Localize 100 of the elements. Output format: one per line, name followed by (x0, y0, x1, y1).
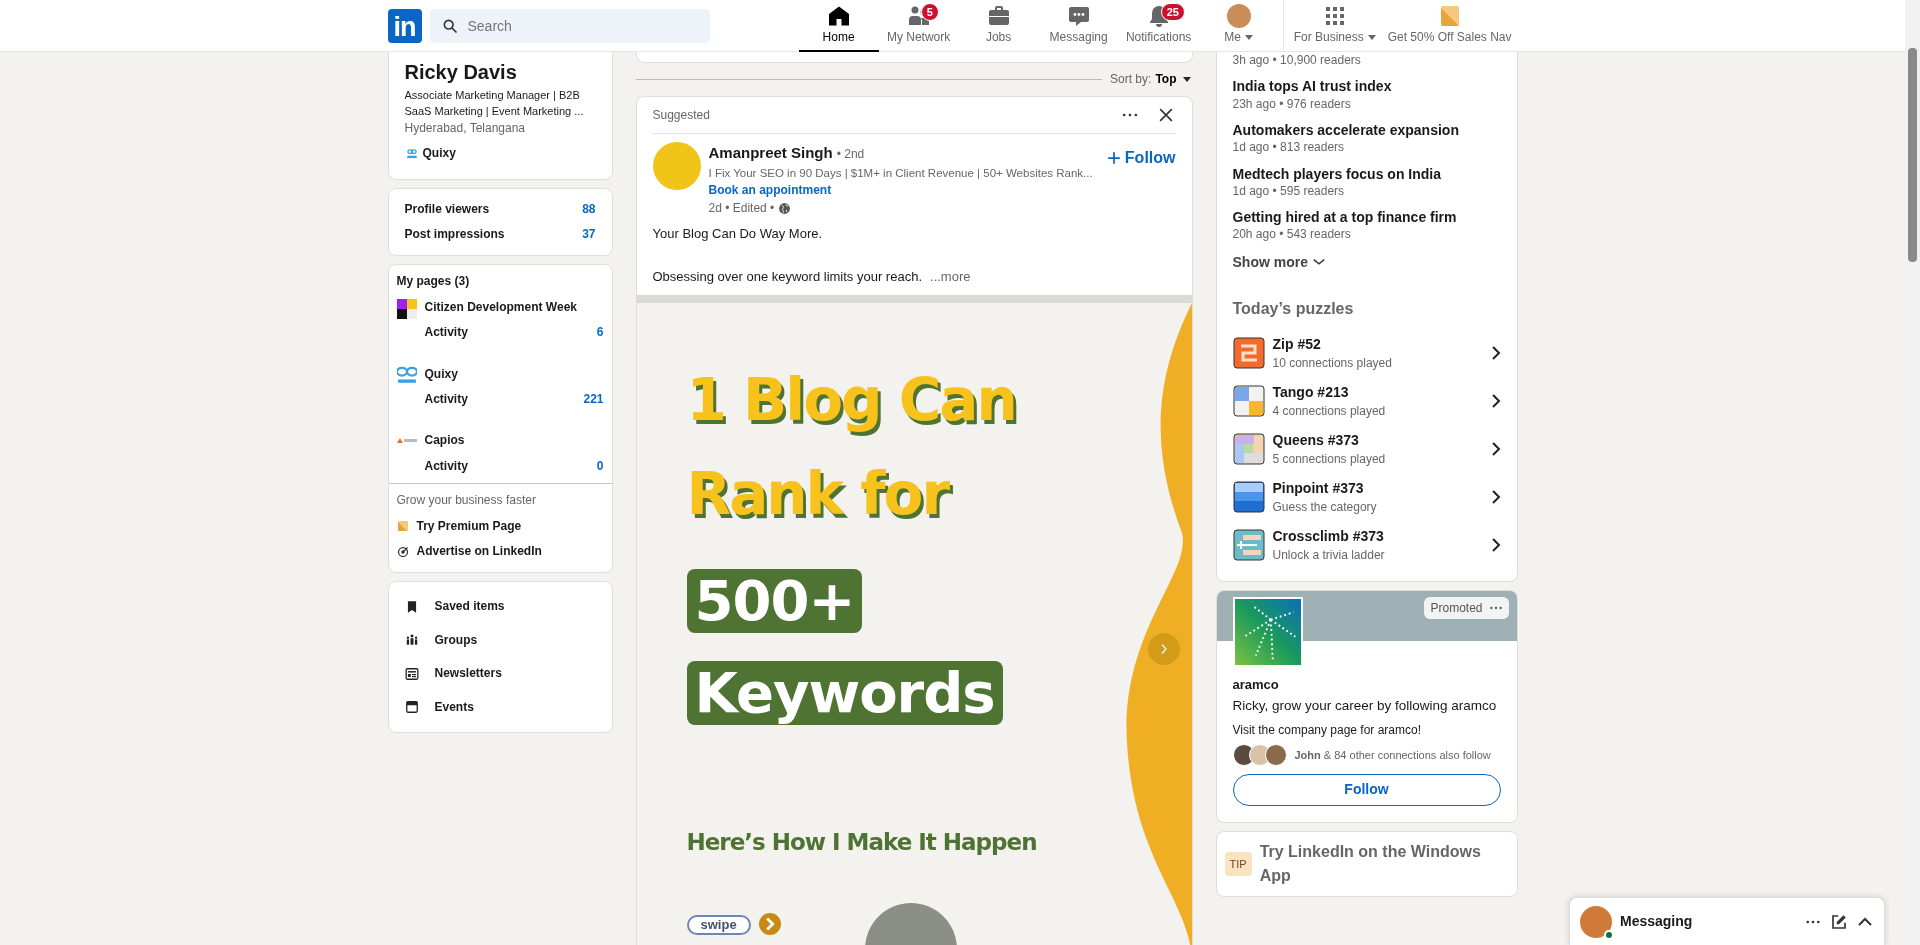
news-headline[interactable]: Automakers accelerate expansion (1232, 120, 1501, 140)
queens-puzzle-icon (1232, 432, 1265, 465)
plus-icon (1106, 151, 1121, 166)
logo[interactable]: in (387, 9, 422, 43)
zip-puzzle-icon (1232, 336, 1265, 369)
search-icon (441, 18, 458, 34)
avatar[interactable] (1580, 905, 1612, 938)
briefcase-icon (986, 4, 1011, 28)
puzzle-row[interactable]: Tango #213 4 connections played (1232, 376, 1501, 425)
pinpoint-puzzle-icon (1232, 480, 1265, 513)
page-logo-icon (396, 298, 417, 319)
show-more-button[interactable]: Show more (1232, 251, 1326, 273)
chevron-right-icon (1490, 345, 1501, 360)
news-headline[interactable]: Medtech players focus on India (1232, 164, 1501, 183)
messaging-title: Messaging (1620, 912, 1694, 931)
tip-text[interactable]: Try LinkedIn on the Windows App (1259, 839, 1509, 888)
notification-badge: 25 (1160, 3, 1185, 21)
messaging-bar[interactable]: Messaging (1569, 897, 1885, 945)
slide-headline: Rank for (686, 458, 950, 530)
shortcut-link[interactable]: Groups (434, 631, 478, 650)
nav-item[interactable]: My Network 5 (878, 0, 959, 52)
nav-item[interactable]: Jobs (958, 0, 1039, 52)
activity-label[interactable]: Activity (424, 324, 468, 342)
author-headline: I Fix Your SEO in 90 Days | $1M+ in Client Revenue | 50+ Websites Rank... (708, 165, 1094, 181)
puzzle-subtitle: Unlock a trivia ladder (1272, 546, 1386, 564)
see-more-link[interactable]: ...more (930, 267, 971, 287)
nav-item[interactable]: Notifications 25 (1118, 0, 1199, 52)
page-logo-icon (396, 438, 417, 444)
follow-button[interactable]: Follow (1106, 146, 1176, 171)
news-meta: 20h ago • 543 readers (1232, 226, 1352, 244)
nav-item[interactable]: Get 50% Off Sales Nav (1381, 0, 1518, 52)
news-meta: 3h ago • 10,900 readers (1232, 52, 1362, 69)
chevron-right-icon (1490, 489, 1501, 504)
section-title: Today’s puzzles (1232, 298, 1355, 319)
author-name[interactable]: Amanpreet Singh (708, 142, 833, 165)
puzzle-subtitle: Guess the category (1272, 498, 1378, 516)
arrow-circle-icon (758, 913, 781, 936)
promoted-label: Promoted (1430, 599, 1483, 617)
shortcut-link[interactable]: Newsletters (434, 665, 502, 683)
activity-count[interactable]: 6 (596, 324, 604, 342)
puzzle-subtitle: 5 connections played (1272, 450, 1387, 468)
slide-subtitle: Here’s How I Make It Happen (686, 827, 1038, 857)
activity-count[interactable]: 221 (583, 391, 604, 409)
news-meta: 1d ago • 595 readers (1232, 182, 1346, 200)
compose-icon[interactable] (1830, 912, 1848, 931)
appointment-link[interactable]: Book an appointment (708, 182, 1099, 200)
puzzle-name: Queens #373 (1272, 430, 1360, 450)
tango-puzzle-icon (1232, 384, 1265, 417)
activity-count[interactable]: 0 (596, 457, 604, 476)
page-name[interactable]: Citizen Development Week (424, 298, 604, 317)
sidebar-link[interactable]: Advertise on LinkedIn (416, 542, 542, 561)
chevron-right-icon (1490, 537, 1501, 552)
page-name[interactable]: Quixy (424, 365, 604, 383)
avatar (1226, 4, 1251, 28)
stat-label[interactable]: Profile viewers (404, 200, 490, 219)
calendar-icon (404, 700, 419, 715)
company-name[interactable]: Quixy (422, 145, 456, 163)
news-meta: 1d ago • 813 readers (1232, 139, 1346, 157)
newsletter-icon (404, 666, 419, 681)
stat-label[interactable]: Post impressions (404, 226, 505, 244)
activity-label[interactable]: Activity (424, 391, 468, 409)
puzzle-row[interactable]: Queens #373 5 connections played (1232, 424, 1501, 473)
post-text: Your Blog Can Do Way More. (652, 224, 823, 243)
profile-headline: Associate Marketing Manager | B2B SaaS Marketing | Event Marketing ... (404, 88, 585, 119)
connection-degree: • 2nd (836, 146, 865, 164)
nav-item[interactable]: Me (1198, 0, 1279, 52)
nav-item[interactable]: Messaging (1038, 0, 1119, 52)
slide-headline: 1 Blog Can (686, 364, 1017, 436)
puzzle-row[interactable]: Zip #52 10 connections played (1232, 328, 1501, 377)
ad-description: Visit the company page for aramco! (1232, 722, 1423, 740)
profile-name[interactable]: Ricky Davis (404, 60, 596, 84)
sort-dropdown[interactable]: Sort by: Top (1110, 71, 1193, 89)
slide-highlight: Keywords (686, 660, 1003, 725)
ad-headline: Ricky, grow your career by following aramco (1232, 698, 1498, 715)
shortcut-link[interactable]: Saved items (434, 598, 505, 616)
news-headline[interactable]: India tops AI trust index (1232, 77, 1501, 96)
puzzle-name: Pinpoint #373 (1272, 478, 1365, 498)
stat-value[interactable]: 88 (582, 200, 596, 219)
shortcut-link[interactable]: Events (434, 698, 474, 716)
home-icon (826, 4, 851, 28)
activity-label[interactable]: Activity (424, 457, 468, 476)
puzzle-subtitle: 4 connections played (1272, 402, 1387, 420)
target-icon (396, 545, 409, 558)
post-text: Obsessing over one keyword limits your reach. (652, 267, 922, 286)
stat-value[interactable]: 37 (582, 226, 596, 244)
puzzle-name: Tango #213 (1272, 382, 1350, 402)
groups-icon (404, 633, 419, 648)
sidebar-link[interactable]: Try Premium Page (416, 517, 522, 535)
nav-item[interactable]: For Business (1287, 0, 1382, 52)
news-headline[interactable]: Getting hired at a top finance firm (1232, 208, 1501, 227)
puzzle-row[interactable]: Pinpoint #373 Guess the category (1232, 472, 1501, 521)
swipe-label: swipe (686, 915, 751, 936)
company-logo[interactable] (1232, 596, 1303, 667)
page-name[interactable]: Capios (424, 432, 604, 450)
puzzle-row[interactable]: Crossclimb #373 Unlock a trivia ladder (1232, 520, 1501, 569)
section-title: My pages (3) (396, 273, 471, 291)
social-proof: John & 84 other connections also follow (1294, 747, 1491, 762)
company-name[interactable]: aramco (1232, 674, 1501, 695)
follow-button[interactable]: Follow (1232, 773, 1501, 806)
search-field[interactable]: Search (429, 9, 710, 43)
